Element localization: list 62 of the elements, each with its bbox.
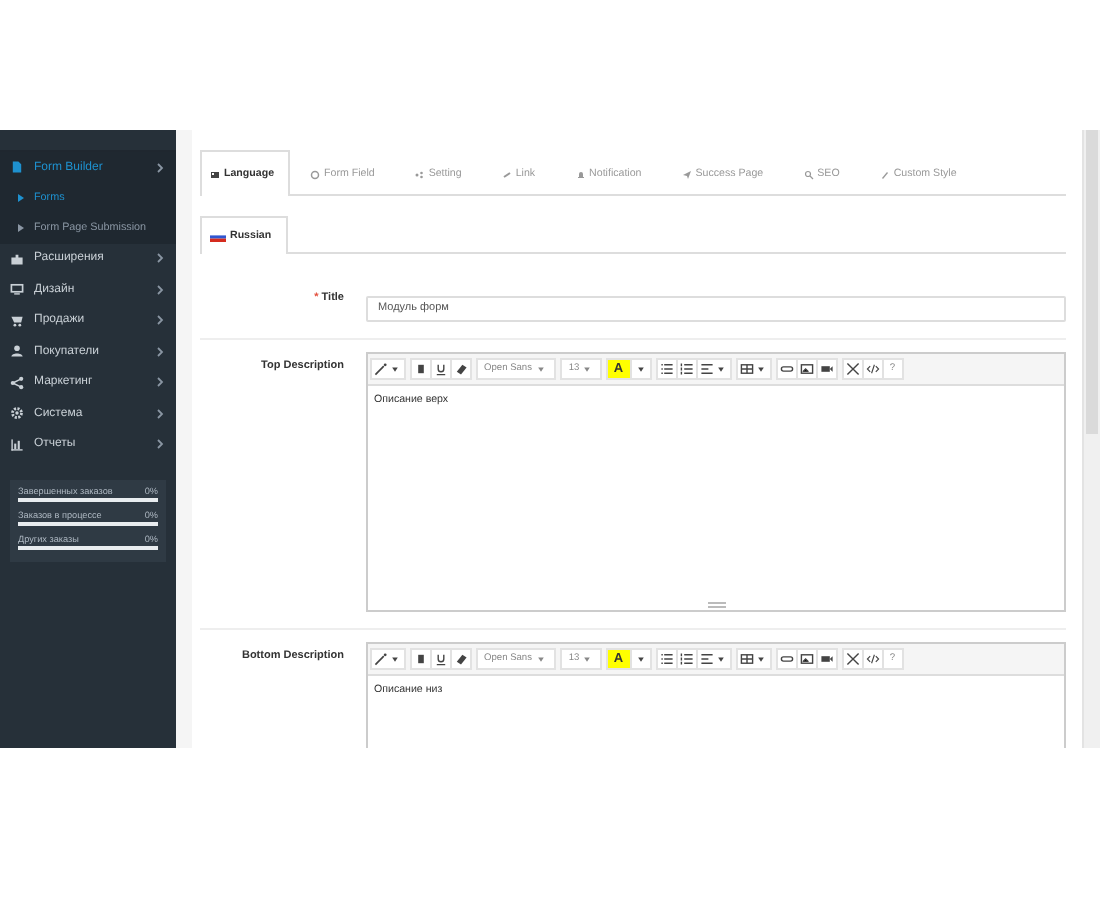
bullet-list-icon <box>659 651 674 665</box>
align-icon <box>699 651 714 665</box>
link-button[interactable] <box>775 647 798 669</box>
image-button[interactable] <box>795 357 818 379</box>
bullet-list-icon <box>659 361 674 375</box>
bullet-list-button[interactable] <box>655 647 678 669</box>
image-icon <box>799 651 814 665</box>
numbered-list-button[interactable] <box>675 647 698 669</box>
document-icon <box>10 160 24 175</box>
bullet-list-button[interactable] <box>655 357 678 379</box>
paragraph-button[interactable] <box>695 357 732 379</box>
search-icon <box>803 169 814 179</box>
cart-icon <box>10 313 24 328</box>
table-icon <box>739 651 754 665</box>
magic-wand-icon <box>374 361 388 375</box>
eraser-icon <box>454 361 468 375</box>
bold-button[interactable] <box>410 357 432 379</box>
share-icon <box>10 375 24 390</box>
share-icon <box>414 169 425 179</box>
code-view-button[interactable] <box>861 647 884 669</box>
table-icon <box>739 361 754 375</box>
underline-icon <box>434 361 448 375</box>
monitor-icon <box>10 282 24 297</box>
bar-chart-icon <box>10 437 24 452</box>
style-button[interactable] <box>370 647 406 669</box>
image-button[interactable] <box>795 647 818 669</box>
fullscreen-icon <box>845 361 860 375</box>
underline-button[interactable] <box>430 647 452 669</box>
magic-wand-icon <box>374 651 388 665</box>
resize-handle[interactable] <box>708 601 726 607</box>
table-button[interactable] <box>735 647 772 669</box>
underline-button[interactable] <box>430 357 452 379</box>
video-button[interactable] <box>815 357 838 379</box>
code-icon <box>865 361 880 375</box>
video-button[interactable] <box>815 647 838 669</box>
clear-format-button[interactable] <box>450 647 472 669</box>
table-button[interactable] <box>735 357 772 379</box>
video-icon <box>819 651 834 665</box>
fullscreen-button[interactable] <box>841 647 864 669</box>
numbered-list-icon <box>679 361 694 375</box>
video-icon <box>819 361 834 375</box>
fullscreen-icon <box>845 651 860 665</box>
underline-icon <box>434 651 448 665</box>
link-button[interactable] <box>775 357 798 379</box>
bell-icon <box>575 169 586 179</box>
paper-plane-icon <box>681 169 692 179</box>
numbered-list-icon <box>679 651 694 665</box>
clear-format-button[interactable] <box>450 357 472 379</box>
fullscreen-button[interactable] <box>841 357 864 379</box>
paragraph-button[interactable] <box>695 647 732 669</box>
align-icon <box>699 361 714 375</box>
numbered-list-button[interactable] <box>675 357 698 379</box>
person-icon <box>10 344 24 359</box>
style-button[interactable] <box>370 357 406 379</box>
color-dropdown-button[interactable] <box>629 357 652 379</box>
eraser-icon <box>454 651 468 665</box>
code-icon <box>865 651 880 665</box>
scrollbar[interactable] <box>1082 130 1100 748</box>
bold-button[interactable] <box>410 647 432 669</box>
code-view-button[interactable] <box>861 357 884 379</box>
color-dropdown-button[interactable] <box>629 647 652 669</box>
image-icon <box>799 361 814 375</box>
